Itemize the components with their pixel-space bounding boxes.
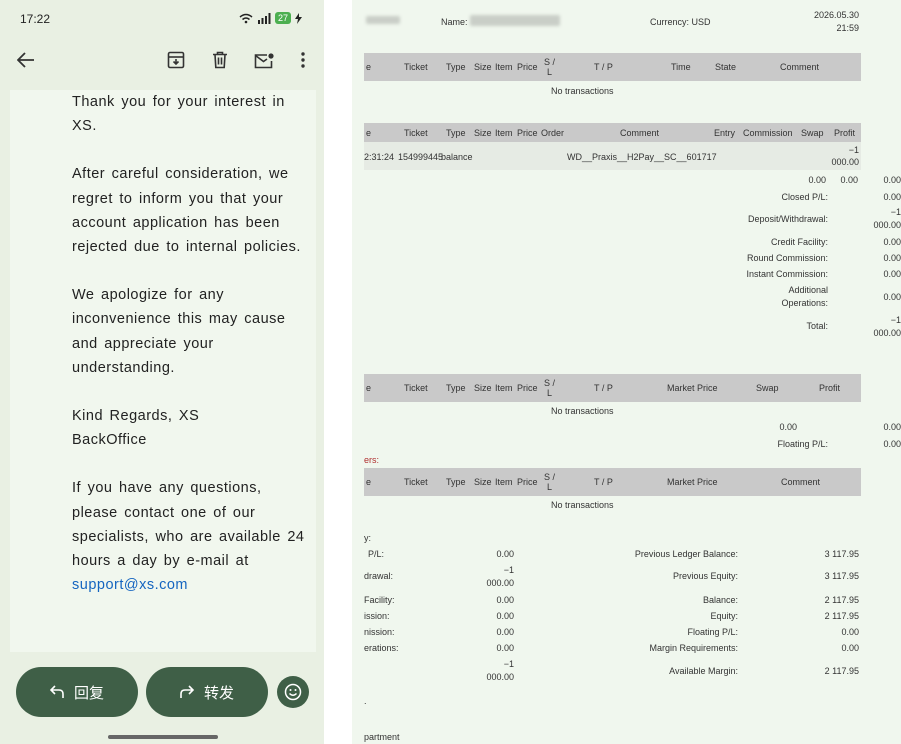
table-row: 2:31:24 154999445 balance WD__Praxis__H2… — [364, 142, 861, 170]
delete-button[interactable] — [208, 48, 232, 72]
table-header: e Ticket Type Size Item Price S / L T / P… — [364, 53, 861, 81]
reply-button[interactable]: 回复 — [16, 667, 138, 717]
signal-icon — [257, 12, 271, 24]
email-paragraph: We apologize for any inconvenience this … — [72, 287, 286, 376]
name-label: Name: — [441, 17, 468, 27]
reply-icon — [49, 685, 64, 698]
trash-icon — [213, 51, 227, 69]
status-bar: 17:22 27 — [0, 0, 324, 38]
summary-label: y: — [364, 533, 372, 543]
archive-icon — [167, 51, 185, 69]
archive-button[interactable] — [164, 48, 188, 72]
forward-label: 转发 — [203, 684, 234, 702]
statement-date: 2026.05.30 — [813, 10, 859, 20]
no-transactions-text: No transactions — [551, 86, 614, 96]
mark-unread-button[interactable] — [252, 48, 276, 72]
redacted-account — [366, 16, 400, 24]
email-paragraph: If you have any questions, please contac… — [72, 480, 305, 594]
smiley-icon — [284, 683, 302, 701]
more-vert-icon — [301, 52, 305, 68]
arrow-left-icon — [17, 52, 34, 68]
status-time: 17:22 — [20, 12, 51, 26]
email-signature: Kind Regards, XS BackOffice — [72, 408, 200, 449]
wifi-icon — [239, 13, 253, 23]
email-toolbar — [0, 40, 324, 82]
redacted-name — [470, 15, 560, 26]
mail-unread-icon — [254, 52, 274, 68]
email-paragraph: After careful consideration, we regret t… — [72, 166, 301, 256]
orders-section-label: ers: — [364, 455, 380, 465]
email-body: Thank you for your interest in XS. After… — [10, 90, 316, 652]
email-message: Thank you for your interest in XS. After… — [72, 90, 308, 597]
statement-time: 21:59 — [836, 23, 859, 33]
forward-button[interactable]: 转发 — [146, 667, 268, 717]
charging-icon — [295, 12, 302, 24]
forward-icon — [180, 685, 194, 698]
email-phone-screen: 17:22 27 Thank you for your interest in … — [0, 0, 324, 744]
table-header: e Ticket Type Size Item Price S / L T / P… — [364, 468, 861, 496]
table-header: e Ticket Type Size Item Price Order Comm… — [364, 123, 861, 143]
no-transactions-text: No transactions — [551, 406, 614, 416]
reply-label: 回复 — [73, 684, 104, 702]
support-email-link[interactable]: support@xs.com — [72, 577, 188, 593]
home-indicator[interactable] — [108, 735, 218, 739]
back-button[interactable] — [14, 48, 38, 72]
no-transactions-text: No transactions — [551, 500, 614, 510]
more-options-button[interactable] — [291, 48, 315, 72]
department-footer: partment — [364, 732, 400, 742]
battery-icon: 27 — [274, 12, 291, 24]
table-header: e Ticket Type Size Item Price S / L T / P… — [364, 374, 861, 402]
emoji-reaction-button[interactable] — [277, 676, 309, 708]
bottom-action-bar: 回复 转发 — [0, 652, 324, 744]
account-statement: Name: Currency: USD 2026.05.30 21:59 e T… — [352, 0, 901, 744]
currency-label: Currency: USD — [650, 17, 711, 27]
email-paragraph: Thank you for your interest in XS. — [72, 94, 285, 135]
